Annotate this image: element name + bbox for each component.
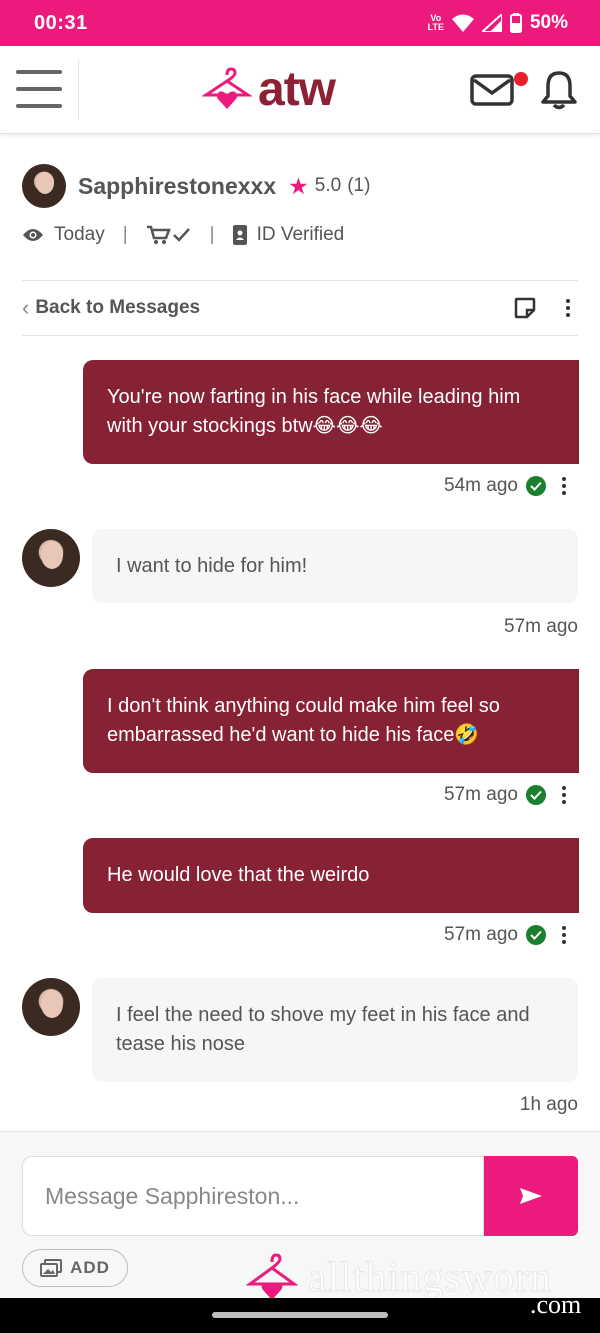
message-incoming: I want to hide for him! bbox=[92, 529, 578, 603]
profile-name[interactable]: Sapphirestonexxx bbox=[78, 173, 276, 200]
header-divider bbox=[78, 60, 79, 120]
logo-text: atw bbox=[258, 63, 336, 116]
message-meta: 57m ago bbox=[444, 924, 566, 946]
message-outgoing: You're now farting in his face while lea… bbox=[83, 360, 579, 464]
back-to-messages-link[interactable]: ‹ Back to Messages bbox=[22, 295, 200, 321]
add-attachment-button[interactable]: ADD bbox=[22, 1249, 128, 1287]
message-toolbar: ‹ Back to Messages bbox=[22, 280, 578, 336]
note-icon[interactable] bbox=[514, 297, 536, 319]
message-text: He would love that the weirdo bbox=[107, 864, 370, 886]
id-card-icon bbox=[232, 225, 247, 245]
message-meta: 57m ago bbox=[504, 616, 578, 638]
star-icon: ★ bbox=[288, 172, 309, 199]
status-bar: 00:31 Vo LTE 50% bbox=[0, 0, 600, 46]
wifi-icon bbox=[451, 14, 474, 32]
message-input-wrapper bbox=[22, 1156, 484, 1236]
message-options-icon[interactable] bbox=[562, 786, 566, 804]
message-options-icon[interactable] bbox=[562, 926, 566, 944]
message-outgoing: I don't think anything could make him fe… bbox=[83, 669, 579, 773]
avatar[interactable] bbox=[22, 164, 66, 208]
back-label: Back to Messages bbox=[35, 297, 201, 318]
separator: | bbox=[122, 224, 128, 245]
hamburger-icon[interactable] bbox=[16, 70, 62, 108]
logo[interactable]: atw bbox=[202, 62, 336, 117]
unread-dot bbox=[514, 72, 528, 86]
message-time: 57m ago bbox=[444, 924, 518, 945]
read-check-icon bbox=[526, 476, 546, 496]
id-verified: ID Verified bbox=[256, 224, 345, 245]
rating: ★ 5.0 (1) bbox=[288, 173, 370, 200]
status-time: 00:31 bbox=[34, 11, 88, 34]
last-seen: Today bbox=[54, 224, 105, 245]
read-check-icon bbox=[526, 785, 546, 805]
message-composer: ADD allthingsworn bbox=[0, 1131, 600, 1302]
app-header: atw bbox=[0, 46, 600, 134]
message-time: 1h ago bbox=[519, 1094, 578, 1115]
message-text: I feel the need to shove my feet in his … bbox=[116, 1004, 530, 1055]
separator: | bbox=[209, 224, 215, 245]
avatar[interactable] bbox=[22, 978, 80, 1036]
watermark-text: allthingsworn bbox=[308, 1255, 552, 1302]
read-check-icon bbox=[526, 925, 546, 945]
message-time: 57m ago bbox=[504, 616, 578, 637]
eye-icon bbox=[23, 229, 43, 241]
message-text: I want to hide for him! bbox=[116, 554, 308, 577]
battery-icon bbox=[509, 13, 522, 33]
status-icons: Vo LTE 50% bbox=[428, 12, 568, 34]
rating-value: 5.0 bbox=[314, 175, 342, 196]
avatar[interactable] bbox=[22, 529, 80, 587]
mail-icon[interactable] bbox=[470, 74, 514, 106]
send-button[interactable] bbox=[484, 1156, 578, 1236]
message-time: 57m ago bbox=[444, 784, 518, 805]
image-upload-icon bbox=[40, 1259, 63, 1277]
add-label: ADD bbox=[70, 1258, 110, 1277]
bell-icon[interactable] bbox=[540, 70, 578, 110]
home-gesture-bar[interactable] bbox=[212, 1312, 388, 1318]
profile-header: Sapphirestonexxx ★ 5.0 (1) Today | | ID … bbox=[22, 164, 578, 246]
message-input[interactable] bbox=[45, 1182, 483, 1210]
message-incoming: I feel the need to shove my feet in his … bbox=[92, 978, 578, 1082]
message-text: I don't think anything could make him fe… bbox=[107, 695, 500, 746]
more-options-icon[interactable] bbox=[566, 299, 570, 317]
system-nav-bar bbox=[0, 1298, 600, 1333]
chevron-left-icon: ‹ bbox=[22, 295, 30, 320]
volte-icon: Vo LTE bbox=[427, 13, 444, 32]
message-text: You're now farting in his face while lea… bbox=[107, 386, 521, 437]
message-options-icon[interactable] bbox=[562, 477, 566, 495]
hanger-heart-icon bbox=[202, 66, 252, 109]
watermark-suffix: .com bbox=[530, 1290, 582, 1319]
message-outgoing: He would love that the weirdo bbox=[83, 838, 579, 913]
message-meta: 57m ago bbox=[444, 784, 566, 806]
profile-meta: Today | | ID Verified bbox=[22, 224, 578, 246]
message-time: 54m ago bbox=[444, 475, 518, 496]
cart-check-icon bbox=[146, 225, 190, 244]
battery-level: 50% bbox=[529, 12, 568, 33]
rating-count: (1) bbox=[347, 175, 371, 196]
send-icon bbox=[520, 1188, 542, 1204]
signal-icon bbox=[481, 14, 502, 32]
message-meta: 54m ago bbox=[444, 475, 566, 497]
message-meta: 1h ago bbox=[520, 1094, 578, 1116]
